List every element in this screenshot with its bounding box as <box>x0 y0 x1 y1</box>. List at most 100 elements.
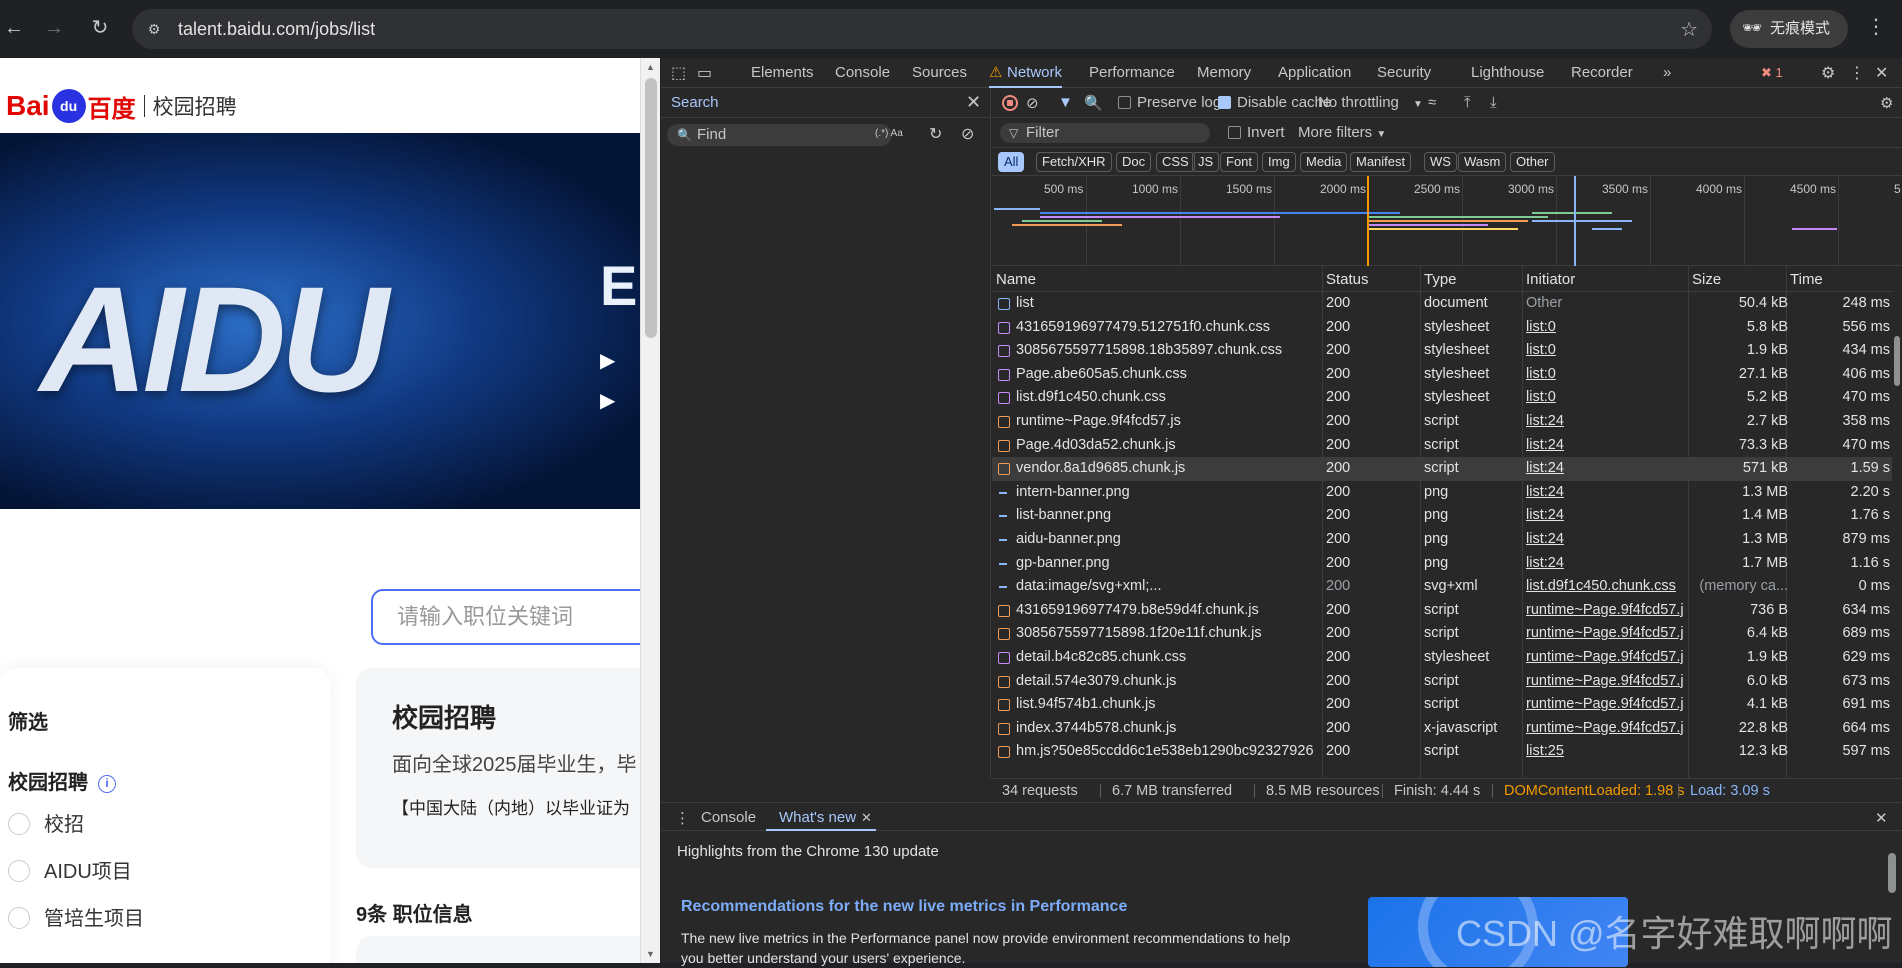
network-conditions-icon[interactable]: ≈ <box>1428 94 1436 111</box>
clear-log-icon[interactable]: ⊘ <box>1026 94 1039 112</box>
type-filter-media[interactable]: Media <box>1300 152 1348 172</box>
request-initiator[interactable]: list:24 <box>1526 457 1684 481</box>
close-drawer-icon[interactable]: ✕ <box>1875 809 1888 827</box>
request-row[interactable]: intern-banner.png 200 png list:24 1.3 MB 2.20… <box>992 481 1892 505</box>
devtools-menu-icon[interactable]: ⋮ <box>1849 63 1865 83</box>
tab-performance[interactable]: Performance <box>1089 58 1175 88</box>
drawer-tab-console[interactable]: Console <box>701 809 756 826</box>
error-badge[interactable]: ✖ 1 <box>1761 65 1783 81</box>
drawer-tab-whats-new[interactable]: What's new <box>779 809 856 826</box>
tab-application[interactable]: Application <box>1278 58 1351 88</box>
col-status[interactable]: Status <box>1326 271 1369 288</box>
bookmark-star-icon[interactable]: ☆ <box>1680 17 1698 42</box>
col-time[interactable]: Time <box>1790 271 1823 288</box>
request-row[interactable]: detail.b4c82c85.chunk.css 200 stylesheet ru… <box>992 646 1892 670</box>
type-filter-ws[interactable]: WS <box>1424 152 1457 172</box>
tab-memory[interactable]: Memory <box>1197 58 1251 88</box>
filter-icon[interactable]: ▼ <box>1058 94 1073 111</box>
request-initiator[interactable]: list:24 <box>1526 552 1684 576</box>
col-initiator[interactable]: Initiator <box>1526 271 1575 288</box>
search-network-icon[interactable]: 🔍 <box>1084 94 1103 112</box>
type-filter-other[interactable]: Other <box>1510 152 1555 172</box>
request-row[interactable]: 431659196977479.b8e59d4f.chunk.js 200 scri… <box>992 599 1892 623</box>
network-overview-timeline[interactable]: 500 ms 1000 ms 1500 ms 2000 ms 2500 ms 3… <box>992 176 1902 266</box>
filter-option[interactable]: 管培生项目 <box>8 902 144 931</box>
type-filter-doc[interactable]: Doc <box>1116 152 1152 172</box>
disable-cache-checkbox[interactable]: Disable cache <box>1218 94 1331 111</box>
request-initiator[interactable]: list:0 <box>1526 316 1684 340</box>
record-stop-icon[interactable] <box>1002 95 1018 111</box>
device-toolbar-icon[interactable]: ▭ <box>697 63 712 83</box>
request-initiator[interactable]: list:0 <box>1526 363 1684 387</box>
request-initiator[interactable]: runtime~Page.9f4fcd57.j <box>1526 622 1684 646</box>
type-filter-wasm[interactable]: Wasm <box>1458 152 1507 172</box>
request-row[interactable]: gp-banner.png 200 png list:24 1.7 MB 1.16 s <box>992 552 1892 576</box>
request-row[interactable]: 3085675597715898.1f20e11f.chunk.js 200 scr… <box>992 622 1892 646</box>
type-filter-css[interactable]: CSS <box>1156 152 1195 172</box>
request-row[interactable]: list-banner.png 200 png list:24 1.4 MB 1.76 s <box>992 504 1892 528</box>
request-initiator[interactable]: runtime~Page.9f4fcd57.j <box>1526 693 1684 717</box>
request-row[interactable]: aidu-banner.png 200 png list:24 1.3 MB 879 ms <box>992 528 1892 552</box>
request-initiator[interactable]: list:24 <box>1526 481 1684 505</box>
request-row[interactable]: hm.js?50e85ccdd6c1e538eb1290bc92327926 20… <box>992 740 1892 764</box>
close-search-icon[interactable]: ✕ <box>966 92 981 113</box>
baidu-logo[interactable]: Bai du 百度 校园招聘 <box>6 88 237 124</box>
request-row[interactable]: detail.574e3079.chunk.js 200 script runtime… <box>992 670 1892 694</box>
request-initiator[interactable]: list:24 <box>1526 410 1684 434</box>
settings-gear-icon[interactable]: ⚙ <box>1821 63 1835 83</box>
request-initiator[interactable]: runtime~Page.9f4fcd57.j <box>1526 646 1684 670</box>
refresh-icon[interactable]: ↻ <box>929 124 942 144</box>
tab-elements[interactable]: Elements <box>751 58 814 88</box>
checkbox-checked-icon[interactable] <box>1218 96 1231 109</box>
export-har-icon[interactable]: ⤓ <box>1490 94 1497 111</box>
import-har-icon[interactable]: ⤒ <box>1464 94 1471 111</box>
regex-case-toggles[interactable]: (.*) Aa <box>875 128 903 139</box>
request-row[interactable]: list 200 document Other 50.4 kB 248 ms <box>992 292 1892 316</box>
drawer-menu-icon[interactable]: ⋮ <box>675 809 690 827</box>
back-icon[interactable]: ← <box>0 14 28 42</box>
address-bar[interactable]: ⚙ talent.baidu.com/jobs/list ☆ <box>132 9 1712 49</box>
type-filter-manifest[interactable]: Manifest <box>1350 152 1412 172</box>
table-scroll-thumb[interactable] <box>1894 336 1900 386</box>
type-filter-all[interactable]: All <box>998 152 1025 172</box>
scroll-down-icon[interactable]: ▼ <box>646 949 655 959</box>
job-search-input[interactable]: 请输入职位关键词 <box>371 589 640 645</box>
more-filters-dropdown[interactable]: More filters ▼ <box>1298 124 1386 141</box>
type-filter-font[interactable]: Font <box>1220 152 1259 172</box>
col-type[interactable]: Type <box>1424 271 1457 288</box>
request-row[interactable]: list.d9f1c450.chunk.css 200 stylesheet list… <box>992 386 1892 410</box>
browser-menu-icon[interactable]: ⋮ <box>1866 14 1886 39</box>
clear-icon[interactable]: ⊘ <box>961 124 974 144</box>
request-initiator[interactable]: list.d9f1c450.chunk.css <box>1526 575 1684 599</box>
incognito-button[interactable]: 🕶 无痕模式 <box>1730 10 1848 48</box>
whats-new-title[interactable]: Recommendations for the new live metrics… <box>681 898 1127 916</box>
forward-icon[interactable]: → <box>40 14 68 42</box>
tab-console[interactable]: Console <box>835 58 890 88</box>
request-initiator[interactable]: list:24 <box>1526 434 1684 458</box>
type-filter-xhr[interactable]: Fetch/XHR <box>1036 152 1112 172</box>
request-row[interactable]: Page.4d03da52.chunk.js 200 script list:24 73… <box>992 434 1892 458</box>
tab-recorder[interactable]: Recorder <box>1571 58 1633 88</box>
radio-icon[interactable] <box>8 907 30 929</box>
page-scrollbar[interactable]: ▲ ▼ <box>640 58 660 963</box>
request-row[interactable]: index.3744b578.chunk.js 200 x-javascript ru… <box>992 717 1892 741</box>
request-initiator[interactable]: list:0 <box>1526 386 1684 410</box>
drawer-scroll-thumb[interactable] <box>1888 853 1896 893</box>
url-text[interactable]: talent.baidu.com/jobs/list <box>178 19 375 39</box>
col-name[interactable]: Name <box>996 271 1036 288</box>
search-pane-title[interactable]: Search <box>671 94 719 111</box>
request-initiator[interactable]: list:25 <box>1526 740 1684 764</box>
info-icon[interactable]: i <box>98 775 116 793</box>
job-card[interactable] <box>356 936 640 963</box>
close-devtools-icon[interactable]: ✕ <box>1875 63 1888 83</box>
request-row[interactable]: runtime~Page.9f4fcd57.js 200 script list:24… <box>992 410 1892 434</box>
request-row[interactable]: data:image/svg+xml;... 200 svg+xml list.d9f… <box>992 575 1892 599</box>
request-initiator[interactable]: Other <box>1526 292 1684 316</box>
request-initiator[interactable]: runtime~Page.9f4fcd57.j <box>1526 717 1684 741</box>
request-row[interactable]: list.94f574b1.chunk.js 200 script runtime~P… <box>992 693 1892 717</box>
request-initiator[interactable]: list:24 <box>1526 528 1684 552</box>
col-size[interactable]: Size <box>1692 271 1721 288</box>
tab-network[interactable]: ⚠ Network <box>989 58 1063 88</box>
preserve-log-checkbox[interactable]: Preserve log <box>1118 94 1221 111</box>
find-input[interactable]: 🔍 Find <box>667 124 892 146</box>
